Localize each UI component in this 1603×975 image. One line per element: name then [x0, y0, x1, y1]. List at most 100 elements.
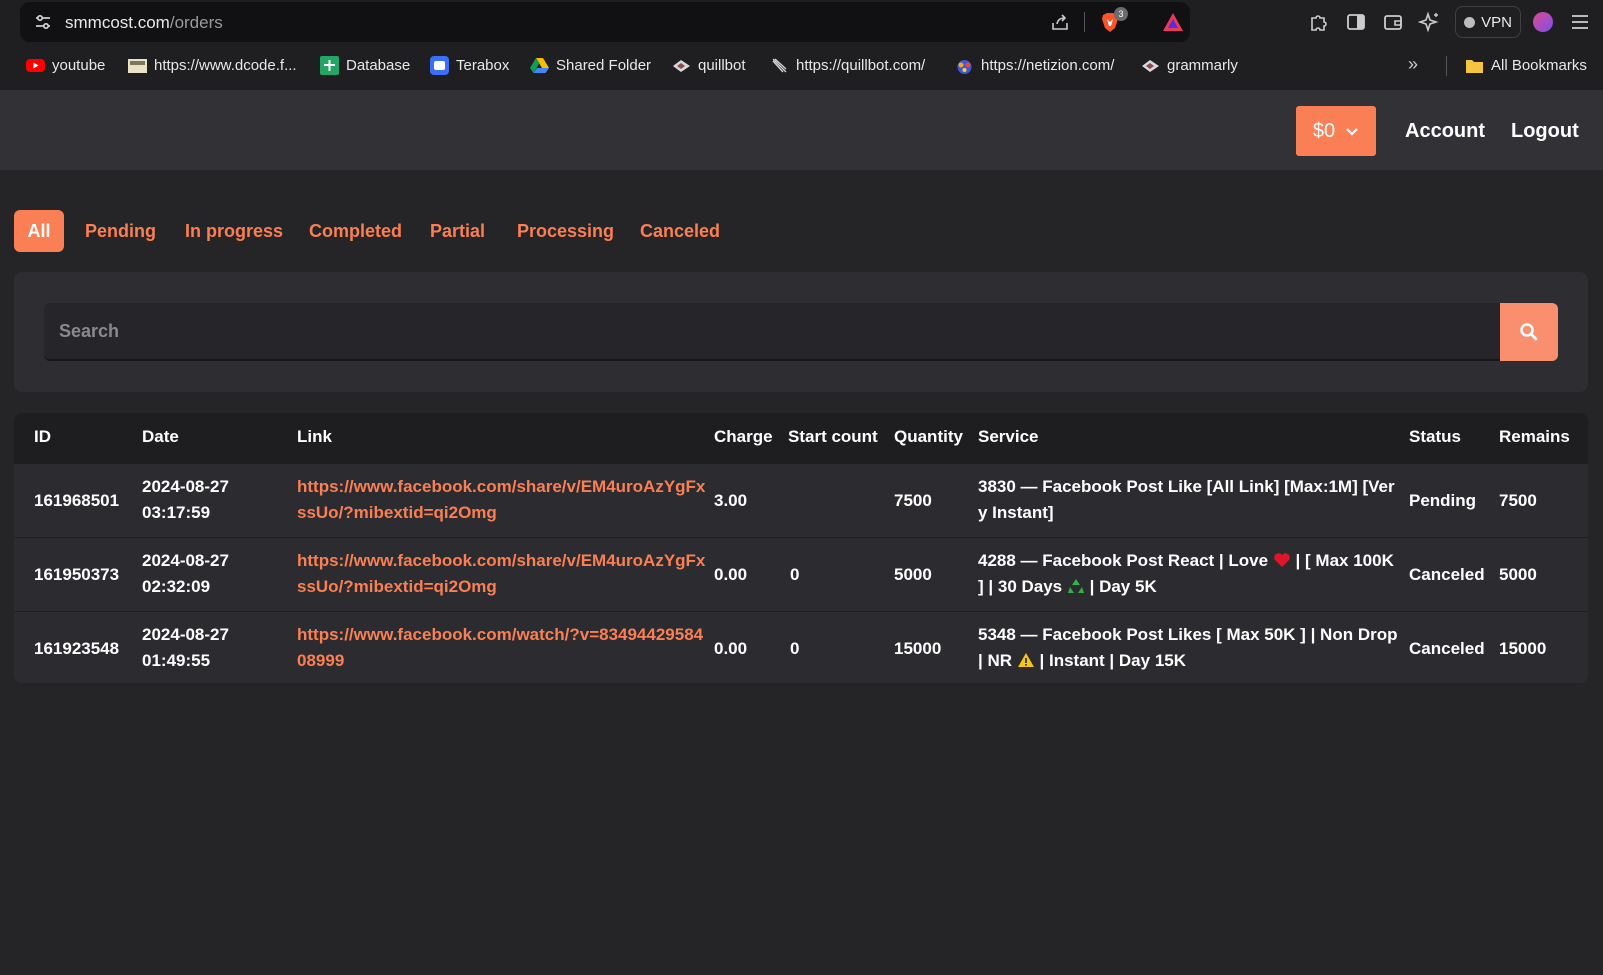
order-quantity: 5000	[894, 565, 932, 584]
extensions-icon[interactable]	[1307, 10, 1331, 34]
order-date: 2024-08-27 03:17:59	[142, 474, 229, 526]
order-link[interactable]: https://www.facebook.com/watch/?v=834944…	[297, 622, 707, 674]
order-id: 161950373	[34, 565, 120, 584]
bookmark-shared-folder[interactable]: Shared Folder	[530, 52, 651, 78]
wallet-icon[interactable]	[1381, 10, 1405, 34]
order-charge: 0.00	[714, 565, 748, 584]
filter-pending[interactable]: Pending	[85, 210, 156, 252]
column-quantity: Quantity	[894, 427, 963, 446]
bookmark-label: https://www.dcode.f...	[154, 56, 297, 74]
filter-processing[interactable]: Processing	[517, 210, 614, 252]
chevron-down-icon	[1346, 128, 1358, 136]
order-service: 4288 — Facebook Post React | Love | [ Ma…	[978, 548, 1398, 600]
bookmark-netizion[interactable]: https://netizion.com/	[955, 52, 1114, 78]
bookmark-database[interactable]: Database	[320, 52, 410, 78]
column-date: Date	[142, 427, 179, 446]
vpn-button[interactable]: VPN	[1455, 6, 1521, 38]
url-path: /orders	[169, 13, 223, 32]
service-text: | Day 5K	[1084, 577, 1157, 596]
column-link: Link	[297, 427, 332, 446]
order-charge: 3.00	[714, 491, 748, 510]
bookmark-youtube[interactable]: youtube	[26, 52, 105, 78]
quill-icon	[772, 57, 787, 72]
order-status: Canceled	[1409, 565, 1485, 584]
orders-table: ID Date Link Charge Start count Quantity…	[14, 413, 1588, 683]
bookmark-grammarly[interactable]: grammarly	[1141, 52, 1238, 78]
share-icon[interactable]	[1050, 12, 1070, 32]
more-bookmarks-icon[interactable]: »	[1408, 54, 1418, 75]
all-bookmarks-label: All Bookmarks	[1491, 56, 1587, 74]
bookmark-dcode[interactable]: https://www.dcode.f...	[128, 52, 297, 78]
bookmark-quillbot-url[interactable]: https://quillbot.com/	[770, 52, 925, 78]
url-divider	[1084, 12, 1085, 32]
terabox-icon	[430, 55, 449, 75]
table-row: 161968501 2024-08-27 03:17:59 https://ww…	[14, 463, 1588, 537]
bookmark-quillbot[interactable]: quillbot	[672, 52, 746, 78]
balance-dropdown[interactable]: $0	[1296, 106, 1376, 156]
order-quantity: 7500	[894, 491, 932, 510]
grammarly-icon	[1142, 59, 1159, 72]
filter-in-progress[interactable]: In progress	[185, 210, 283, 252]
order-date-time: 03:17:59	[142, 503, 211, 522]
address-bar[interactable]: smmcost.com/orders 3	[20, 2, 1190, 42]
sidebar-icon[interactable]	[1344, 10, 1368, 34]
browser-chrome: smmcost.com/orders 3 VPN youtube https:/…	[0, 0, 1603, 90]
table-header: ID Date Link Charge Start count Quantity…	[14, 413, 1588, 463]
order-link[interactable]: https://www.facebook.com/share/v/EM4uroA…	[297, 474, 707, 526]
url-text[interactable]: smmcost.com/orders	[65, 13, 223, 33]
order-quantity: 15000	[894, 639, 942, 658]
order-date-day: 2024-08-27	[142, 625, 229, 644]
account-link[interactable]: Account	[1405, 120, 1485, 143]
search-icon	[1520, 323, 1538, 341]
recycle-icon	[1067, 579, 1084, 593]
bookmark-terabox[interactable]: Terabox	[430, 52, 509, 78]
bookmark-label: Shared Folder	[556, 56, 652, 74]
heart-icon	[1274, 553, 1290, 567]
all-bookmarks[interactable]: All Bookmarks	[1465, 52, 1587, 78]
vpn-label: VPN	[1481, 13, 1512, 31]
url-host: smmcost.com	[65, 13, 170, 32]
quillbot-icon	[673, 59, 690, 72]
order-id: 161923548	[34, 639, 120, 658]
folder-icon	[1466, 59, 1483, 73]
menu-icon[interactable]	[1568, 10, 1592, 34]
drive-icon	[530, 57, 549, 73]
order-remains: 7500	[1499, 491, 1537, 510]
order-date: 2024-08-27 02:32:09	[142, 548, 229, 600]
column-remains: Remains	[1499, 427, 1570, 446]
table-row: 161923548 2024-08-27 01:49:55 https://ww…	[14, 611, 1588, 683]
balance-amount: $0	[1312, 119, 1336, 142]
bookmarks-divider	[1446, 56, 1447, 76]
leo-ai-icon[interactable]	[1418, 10, 1442, 34]
filter-canceled[interactable]: Canceled	[640, 210, 720, 252]
order-link[interactable]: https://www.facebook.com/share/v/EM4uroA…	[297, 548, 707, 600]
site-header: $0 Account Logout	[0, 90, 1603, 170]
shields-count-badge: 3	[1114, 7, 1128, 21]
column-start-count: Start count	[788, 427, 878, 446]
column-service: Service	[978, 427, 1039, 446]
order-start-count: 0	[790, 565, 800, 584]
youtube-icon	[26, 58, 45, 72]
dcode-icon	[128, 58, 147, 73]
bookmark-label: quillbot	[698, 56, 746, 74]
brave-rewards-icon[interactable]	[1162, 11, 1184, 33]
bookmark-label: grammarly	[1167, 56, 1238, 74]
bookmark-label: https://netizion.com/	[981, 56, 1115, 74]
order-id: 161968501	[34, 491, 120, 510]
filter-all[interactable]: All	[14, 210, 64, 252]
logout-link[interactable]: Logout	[1511, 120, 1579, 143]
search-input[interactable]	[44, 303, 1500, 361]
bookmark-label: Database	[346, 56, 411, 74]
order-remains: 5000	[1499, 565, 1537, 584]
bookmarks-bar: youtube https://www.dcode.f... Database …	[0, 52, 1603, 78]
site-settings-icon[interactable]	[34, 13, 52, 31]
filter-completed[interactable]: Completed	[309, 210, 402, 252]
warning-icon	[1017, 653, 1034, 667]
netizion-icon	[957, 59, 972, 74]
filter-partial[interactable]: Partial	[430, 210, 485, 252]
profile-avatar[interactable]	[1533, 12, 1553, 32]
vpn-status-icon	[1464, 16, 1476, 28]
order-date-day: 2024-08-27	[142, 477, 229, 496]
search-button[interactable]	[1500, 303, 1558, 361]
service-text: 4288 — Facebook Post React | Love	[978, 551, 1269, 570]
